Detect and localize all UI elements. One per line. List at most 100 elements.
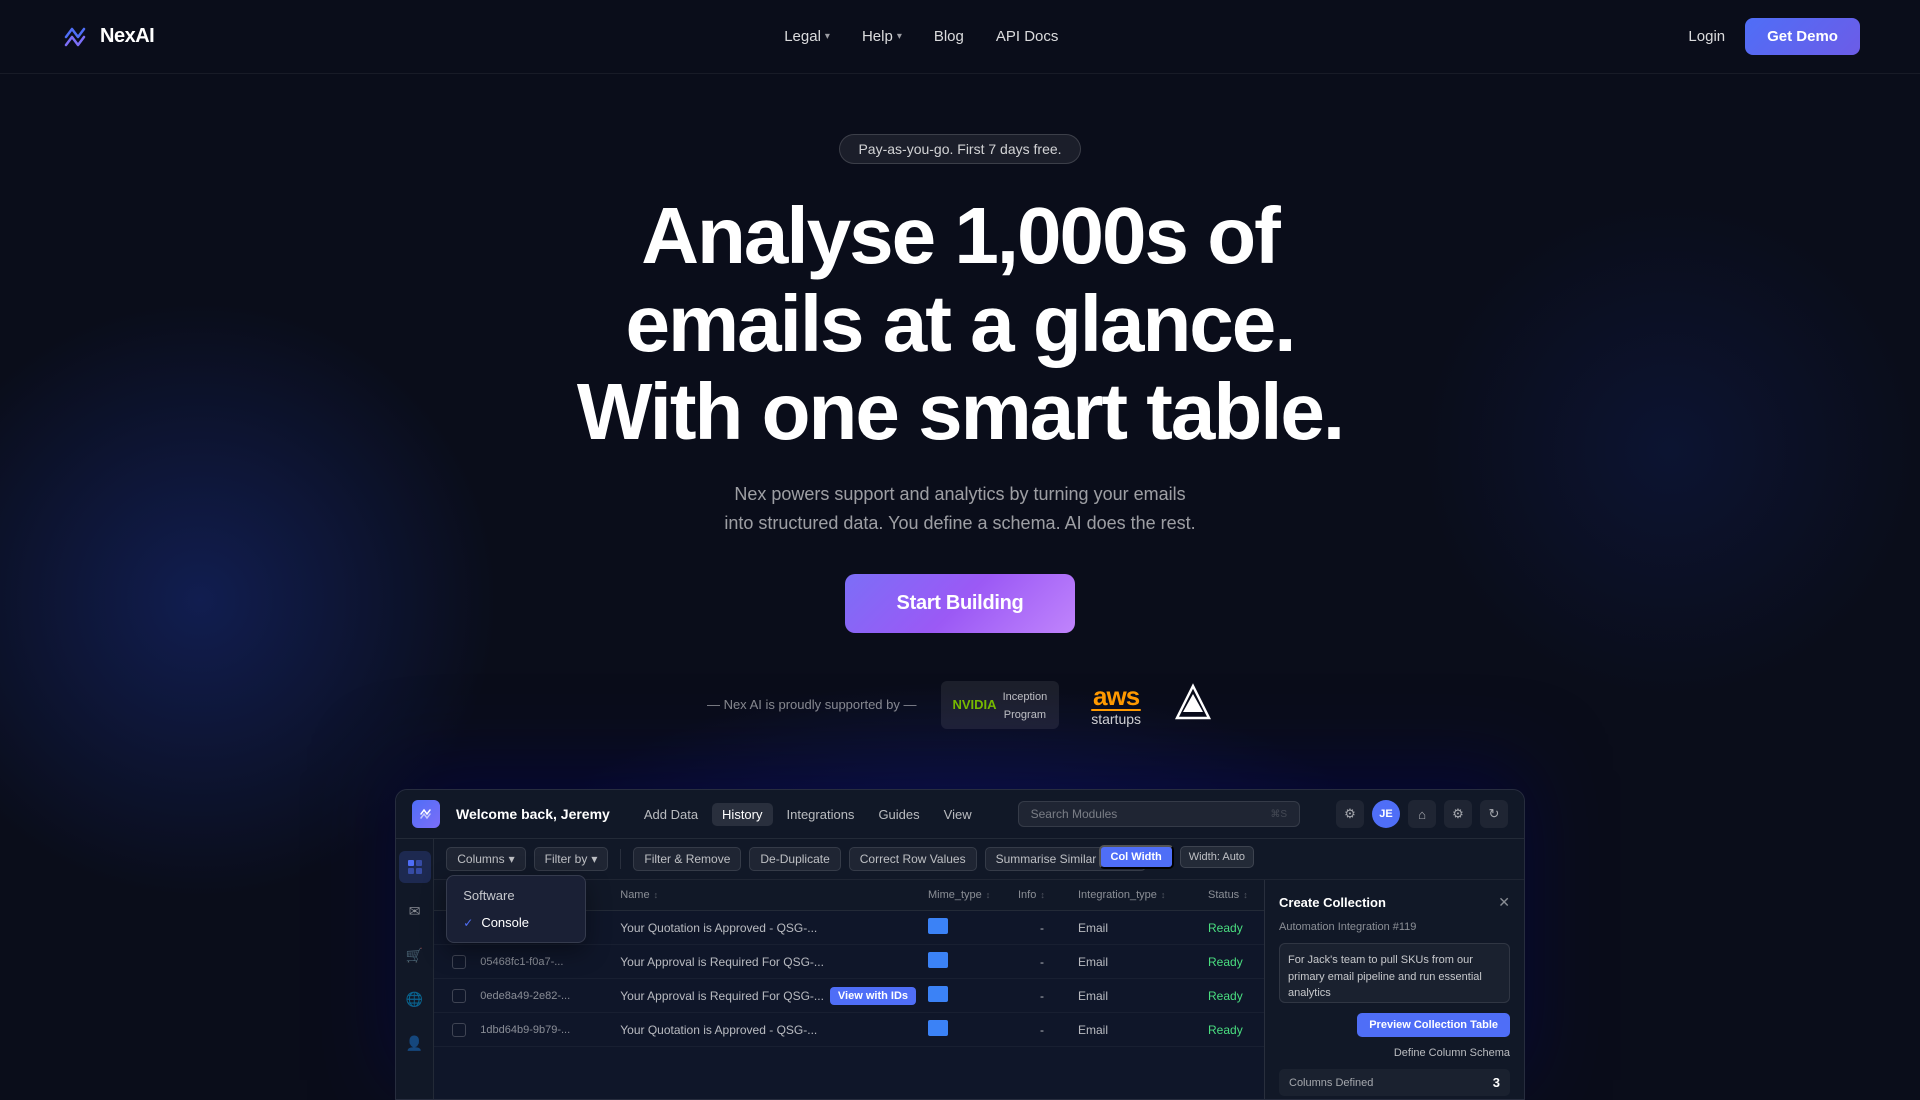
chevron-down-icon: ▾: [825, 31, 830, 42]
app-screenshot: Welcome back, Jeremy Add Data History In…: [395, 789, 1525, 1100]
row-3-info: -: [1012, 1016, 1072, 1044]
sort-icon: ↕: [986, 890, 991, 900]
row-1-info: -: [1012, 948, 1072, 976]
sort-icon: ↕: [1040, 890, 1045, 900]
home-icon-btn[interactable]: ⌂: [1408, 800, 1436, 828]
app-table-area: ✓ Module_id ↕ Name ↕ Mime_type ↕: [434, 880, 1524, 1099]
nav-item-guides[interactable]: Guides: [868, 803, 929, 826]
nav-link-blog[interactable]: Blog: [934, 28, 964, 45]
logo-text: NexAI: [100, 25, 154, 48]
skyline-logo: [1173, 682, 1213, 727]
config-icon-btn[interactable]: ⚙: [1444, 800, 1472, 828]
dropdown-item-console-label: Console: [481, 915, 529, 930]
nav-login-link[interactable]: Login: [1688, 28, 1725, 45]
panel-columns-row: Columns Defined 3: [1279, 1069, 1510, 1096]
app-toolbar: Columns ▾ Software ✓ Console Filter by ▾: [434, 839, 1524, 880]
hero-title: Analyse 1,000s of emails at a glance. Wi…: [577, 192, 1343, 456]
mime-icon: [928, 952, 948, 968]
nvidia-logo: NVIDIA InceptionProgram: [941, 681, 1060, 729]
navbar: NexAI Legal ▾ Help ▾ Blog API Docs Login…: [0, 0, 1920, 74]
row-0-integration: Email: [1072, 914, 1202, 942]
aws-logo: aws startups: [1091, 683, 1141, 727]
row-1-mime: [922, 945, 1012, 978]
width-controls: Col Width Width: Auto: [1099, 845, 1254, 869]
nav-link-legal[interactable]: Legal ▾: [784, 28, 830, 45]
sidebar-icon-user[interactable]: 👤: [399, 1027, 431, 1059]
th-mime-type: Mime_type ↕: [922, 880, 1012, 910]
search-shortcut: ⌘S: [1270, 809, 1287, 820]
view-with-ids-button[interactable]: View with IDs: [830, 987, 916, 1005]
define-schema-button[interactable]: Define Column Schema: [1394, 1047, 1510, 1059]
row-2-info: -: [1012, 982, 1072, 1010]
nav-item-add-data[interactable]: Add Data: [634, 803, 708, 826]
sidebar-icon-table[interactable]: [399, 851, 431, 883]
supported-label: — Nex AI is proudly supported by —: [707, 697, 917, 712]
preview-collection-button[interactable]: Preview Collection Table: [1357, 1013, 1510, 1037]
logo[interactable]: NexAI: [60, 21, 154, 53]
panel-subtitle: Automation Integration #119: [1279, 921, 1510, 933]
panel-description-textarea[interactable]: For Jack's team to pull SKUs from our pr…: [1279, 943, 1510, 1003]
nav-links: Legal ▾ Help ▾ Blog API Docs: [784, 28, 1058, 45]
nav-link-api-docs[interactable]: API Docs: [996, 28, 1059, 45]
inception-text: InceptionProgram: [1003, 687, 1048, 723]
settings-icon-btn[interactable]: ⚙: [1336, 800, 1364, 828]
row-3-mime: [922, 1013, 1012, 1046]
columns-button[interactable]: Columns ▾: [446, 847, 525, 871]
de-duplicate-button[interactable]: De-Duplicate: [749, 847, 840, 871]
col-width-button[interactable]: Col Width: [1099, 845, 1174, 869]
row-1-check[interactable]: [446, 948, 474, 976]
row-1-name: Your Approval is Required For QSG-...: [614, 948, 922, 976]
create-collection-panel: Create Collection ✕ Automation Integrati…: [1264, 880, 1524, 1099]
row-0-mime: [922, 911, 1012, 944]
columns-dropdown: Software ✓ Console: [446, 875, 586, 943]
row-2-name: Your Approval is Required For QSG-... Vi…: [614, 980, 922, 1012]
row-0-info: -: [1012, 914, 1072, 942]
sort-icon: ↕: [1161, 890, 1166, 900]
row-3-integration: Email: [1072, 1016, 1202, 1044]
start-building-button[interactable]: Start Building: [845, 574, 1076, 633]
filter-by-button[interactable]: Filter by ▾: [534, 847, 609, 871]
panel-secondary-action: Define Column Schema: [1279, 1047, 1510, 1059]
app-nav-items: Add Data History Integrations Guides Vie…: [634, 803, 982, 826]
sidebar-icon-mail[interactable]: ✉: [399, 895, 431, 927]
app-content: Columns ▾ Software ✓ Console Filter by ▾: [434, 839, 1524, 1099]
sort-icon: ↕: [654, 890, 659, 900]
app-search-bar[interactable]: Search Modules ⌘S: [1018, 801, 1300, 827]
nav-link-help[interactable]: Help ▾: [862, 28, 902, 45]
app-body: ✉ 🛒 🌐 👤 Columns ▾ Software ✓: [396, 839, 1524, 1099]
partner-logos: NVIDIA InceptionProgram aws startups: [941, 681, 1214, 729]
panel-close-button[interactable]: ✕: [1498, 894, 1510, 911]
sidebar-icon-globe[interactable]: 🌐: [399, 983, 431, 1015]
nav-right: Login Get Demo: [1688, 18, 1860, 55]
row-3-check[interactable]: [446, 1016, 474, 1044]
filter-remove-button[interactable]: Filter & Remove: [633, 847, 741, 871]
nav-item-integrations[interactable]: Integrations: [777, 803, 865, 826]
row-0-name: Your Quotation is Approved - QSG-...: [614, 914, 922, 942]
user-avatar[interactable]: JE: [1372, 800, 1400, 828]
panel-actions: Preview Collection Table: [1279, 1013, 1510, 1037]
nvidia-text: NVIDIA: [953, 697, 997, 712]
chevron-icon: ▾: [591, 852, 597, 866]
width-dropdown[interactable]: Width: Auto: [1180, 846, 1254, 868]
sidebar-icon-cart[interactable]: 🛒: [399, 939, 431, 971]
panel-header: Create Collection ✕: [1279, 894, 1510, 911]
sort-icon: ↕: [1243, 890, 1248, 900]
row-2-check[interactable]: [446, 982, 474, 1010]
hero-subtitle: Nex powers support and analytics by turn…: [724, 480, 1195, 538]
chevron-down-icon: ▾: [897, 31, 902, 42]
dropdown-item-software-label: Software: [463, 888, 514, 903]
dropdown-item-software[interactable]: Software: [453, 882, 579, 909]
app-welcome-text: Welcome back, Jeremy: [456, 806, 610, 822]
hero-section: Pay-as-you-go. First 7 days free. Analys…: [0, 74, 1920, 769]
supported-by-section: — Nex AI is proudly supported by — NVIDI…: [707, 681, 1213, 729]
panel-columns-label: Columns Defined: [1289, 1077, 1373, 1089]
dropdown-item-console[interactable]: ✓ Console: [453, 909, 579, 936]
correct-values-button[interactable]: Correct Row Values: [849, 847, 977, 871]
app-logo-icon: [412, 800, 440, 828]
app-sidebar: ✉ 🛒 🌐 👤: [396, 839, 434, 1099]
nav-item-history[interactable]: History: [712, 803, 772, 826]
nav-cta-button[interactable]: Get Demo: [1745, 18, 1860, 55]
refresh-icon-btn[interactable]: ↻: [1480, 800, 1508, 828]
nav-item-view[interactable]: View: [934, 803, 982, 826]
mime-icon: [928, 1020, 948, 1036]
